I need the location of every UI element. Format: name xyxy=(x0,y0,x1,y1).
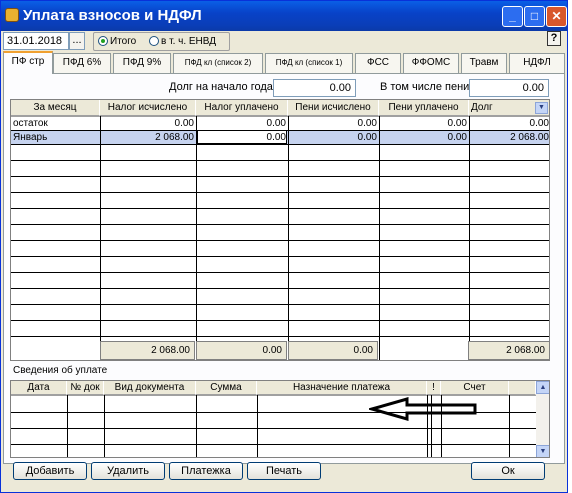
table-cell[interactable]: 0.00 xyxy=(196,131,288,145)
window-title: Уплата взносов и НДФЛ xyxy=(23,7,202,24)
col-header-extra xyxy=(509,381,536,395)
total-tax-paid: 0.00 xyxy=(196,341,287,360)
ok-button[interactable]: Ок xyxy=(471,462,545,480)
col-header-month[interactable]: За месяц xyxy=(11,100,100,116)
print-button[interactable]: Печать xyxy=(247,462,321,480)
table-cell[interactable]: остаток xyxy=(11,117,100,131)
total-penalty-calc: 0.00 xyxy=(288,341,378,360)
date-picker-button[interactable]: ... xyxy=(69,32,85,50)
penalty-label: В том числе пени xyxy=(380,81,470,93)
table-cell[interactable]: 0.00 xyxy=(288,131,379,145)
main-table[interactable]: За месяц Налог исчислено Налог уплачено … xyxy=(10,99,550,361)
tab-pfd-list2[interactable]: ПФД кл (список 2) xyxy=(173,53,263,73)
maximize-button[interactable]: □ xyxy=(524,6,545,27)
scroll-up-icon[interactable]: ▲ xyxy=(536,381,549,394)
col-header-doc-num[interactable]: № док xyxy=(67,381,104,395)
radio-total[interactable]: Итого xyxy=(98,36,136,47)
debt-start-label: Долг на начало года xyxy=(169,81,273,93)
radio-total-label: Итого xyxy=(110,36,137,47)
table-cell[interactable]: 0.00 xyxy=(196,117,288,131)
col-header-penalty-paid[interactable]: Пени уплачено xyxy=(379,100,469,116)
radio-group: Итого в т. ч. ЕНВД xyxy=(93,32,230,51)
table-cell[interactable]: 0.00 xyxy=(100,117,196,131)
col-header-tax-paid[interactable]: Налог уплачено xyxy=(196,100,288,116)
col-header-amount[interactable]: Сумма xyxy=(196,381,257,395)
date-input[interactable]: 31.01.2018 xyxy=(3,32,69,50)
add-button[interactable]: Добавить xyxy=(13,462,87,480)
main-window: Уплата взносов и НДФЛ _ □ ✕ 31.01.2018 .… xyxy=(0,0,568,493)
payments-section-label: Сведения об уплате xyxy=(13,365,108,376)
radio-envd-label: в т. ч. ЕНВД xyxy=(161,36,216,47)
payments-table[interactable]: Дата № док Вид документа Сумма Назначени… xyxy=(10,380,550,458)
col-header-tax-calc[interactable]: Налог исчислено xyxy=(100,100,196,116)
table-cell[interactable]: 0.00 xyxy=(288,117,379,131)
radio-envd[interactable]: в т. ч. ЕНВД xyxy=(149,36,216,47)
table-cell[interactable]: 0.00 xyxy=(379,131,469,145)
scrollbar[interactable]: ▲ ▼ xyxy=(536,381,549,457)
scroll-down-icon[interactable]: ▼ xyxy=(536,445,549,457)
table-cell[interactable]: 2 068.00 xyxy=(100,131,196,145)
col-header-account[interactable]: Счет xyxy=(441,381,509,395)
close-button[interactable]: ✕ xyxy=(546,6,567,27)
radio-unselected-icon xyxy=(149,36,159,46)
col-header-penalty-calc[interactable]: Пени исчислено xyxy=(288,100,379,116)
help-button[interactable]: ? xyxy=(547,31,561,46)
total-debt: 2 068.00 xyxy=(468,341,550,360)
col-header-date[interactable]: Дата xyxy=(11,381,67,395)
col-header-purpose[interactable]: Назначение платежа xyxy=(257,381,427,395)
table-cell[interactable]: 2 068.00 xyxy=(469,131,549,145)
radio-selected-icon xyxy=(98,36,108,46)
penalty-field[interactable]: 0.00 xyxy=(469,79,549,97)
chevron-down-icon[interactable]: ▼ xyxy=(535,102,548,114)
title-bar[interactable]: Уплата взносов и НДФЛ _ □ ✕ xyxy=(1,1,567,31)
table-cell[interactable]: Январь xyxy=(11,131,100,145)
payment-order-button[interactable]: Платежка xyxy=(169,462,243,480)
tab-pf-str[interactable]: ПФ стр xyxy=(3,51,53,74)
col-header-flag[interactable]: ! xyxy=(427,381,441,395)
arrow-left-icon xyxy=(369,397,477,421)
tab-ffoms[interactable]: ФФОМС xyxy=(403,53,459,73)
app-icon xyxy=(5,8,19,22)
table-cell[interactable]: 0.00 xyxy=(379,117,469,131)
total-tax-calc: 2 068.00 xyxy=(100,341,195,360)
minimize-button[interactable]: _ xyxy=(502,6,523,27)
tab-fss[interactable]: ФСС xyxy=(355,53,401,73)
tab-ndfl[interactable]: НДФЛ xyxy=(509,53,565,73)
debt-start-field[interactable]: 0.00 xyxy=(273,79,356,97)
tab-travm[interactable]: Травм xyxy=(461,53,507,73)
tab-pfd-6[interactable]: ПФД 6% xyxy=(53,53,111,73)
delete-button[interactable]: Удалить xyxy=(91,462,165,480)
tab-pfd-list1[interactable]: ПФД кл (список 1) xyxy=(265,53,353,73)
table-cell[interactable]: 0.00 xyxy=(469,117,549,131)
tab-pfd-9[interactable]: ПФД 9% xyxy=(113,53,171,73)
col-header-doc-type[interactable]: Вид документа xyxy=(104,381,196,395)
